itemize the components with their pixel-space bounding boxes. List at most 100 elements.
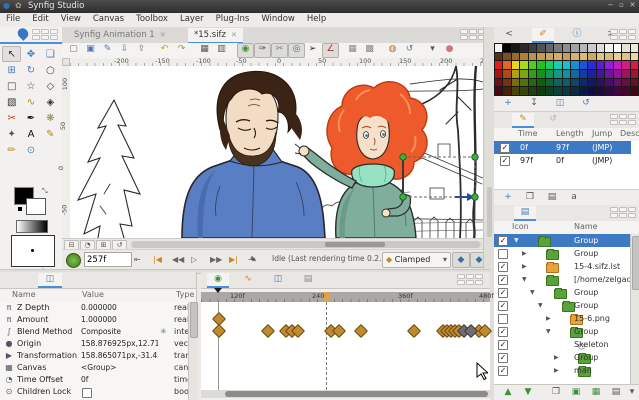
palette-color-2-2[interactable] (512, 61, 519, 69)
layer-visibility-checkbox[interactable]: ✓ (498, 340, 508, 350)
children-tab[interactable]: ◫ (267, 273, 289, 286)
param-row-canvas[interactable]: ▦Canvas<Group>canvas (0, 362, 188, 374)
toggle-lowres-button[interactable]: ◎ (288, 43, 305, 58)
waypoint-diamond[interactable] (407, 324, 421, 338)
tool-smooth-move[interactable]: ✥ (21, 46, 40, 62)
timetrack-scrollbar[interactable] (201, 390, 490, 398)
palette-color-2-1[interactable] (503, 61, 510, 69)
param-row-z-depth[interactable]: πZ Depth0.000000real (0, 302, 188, 314)
palette-color-5-16[interactable] (631, 87, 638, 95)
tool-polygon[interactable]: ◇ (41, 78, 60, 94)
menu-layer[interactable]: Layer (174, 13, 210, 25)
palette-color-1-0[interactable] (495, 53, 502, 61)
palette-color-3-8[interactable] (563, 70, 570, 78)
palette-color-2-14[interactable] (614, 61, 621, 69)
palette-color-1-9[interactable] (571, 53, 578, 61)
param-row-transformation[interactable]: ▶Transformation158.865071px,-31.435544tr… (0, 350, 188, 362)
param-checkbox[interactable] (82, 388, 92, 398)
param-value[interactable]: Composite (81, 326, 158, 338)
next-frame-button[interactable]: ▶▶ (210, 253, 222, 266)
layer-expander-icon[interactable]: ▶ (554, 367, 559, 374)
palette-color-3-12[interactable] (597, 70, 604, 78)
params-scrollbar[interactable] (188, 302, 197, 400)
palette-color-2-11[interactable] (588, 61, 595, 69)
menu-file[interactable]: File (0, 13, 26, 25)
palette-color-3-11[interactable] (588, 70, 595, 78)
palette-color-1-15[interactable] (622, 53, 629, 61)
layer-expander-icon[interactable]: ▶ (522, 250, 527, 257)
menu-plugins[interactable]: Plug-Ins (210, 13, 256, 25)
palette-color-4-14[interactable] (614, 79, 621, 87)
tool-circle[interactable]: ○ (41, 62, 60, 78)
param-value[interactable]: <Group> (81, 362, 158, 374)
palette-color-2-8[interactable] (563, 61, 570, 69)
palette-color-1-5[interactable] (537, 53, 544, 61)
cursor-tool-button[interactable]: ➢ (305, 43, 320, 56)
palette-color-3-9[interactable] (571, 70, 578, 78)
param-value[interactable]: 0f (81, 374, 158, 386)
palette-color-4-2[interactable] (512, 79, 519, 87)
palette-color-4-16[interactable] (631, 79, 638, 87)
palette-color-1-4[interactable] (529, 53, 536, 61)
tool-sketch[interactable]: ✎ (41, 126, 60, 142)
param-row-blend-method[interactable]: ∫Blend MethodComposite✳integer (0, 326, 188, 338)
palette-color-2-15[interactable] (622, 61, 629, 69)
param-row-origin[interactable]: ●Origin158.876925px,12.714575vector (0, 338, 188, 350)
layer-visibility-checkbox[interactable]: ✓ (498, 327, 508, 337)
waypoint-diamond[interactable] (261, 324, 275, 338)
palette-color-0-15[interactable] (622, 44, 629, 52)
keyframes-tab[interactable]: ✎ (512, 113, 534, 128)
palette-color-5-2[interactable] (512, 87, 519, 95)
palette-color-4-5[interactable] (537, 79, 544, 87)
layer-row[interactable]: ✓▼Group (494, 234, 630, 247)
canvas-tab-2[interactable]: *15.sifz✕ (188, 28, 243, 44)
palette-color-1-3[interactable] (520, 53, 527, 61)
tool-eyedrop[interactable]: ✦ (2, 126, 21, 142)
layers-more-button[interactable]: ▾ (624, 386, 639, 398)
palette-color-4-4[interactable] (529, 79, 536, 87)
layer-expander-icon[interactable]: ▶ (522, 263, 527, 270)
tool-scale[interactable]: ⊞ (2, 62, 21, 78)
palette-color-3-16[interactable] (631, 70, 638, 78)
palette-color-2-5[interactable] (537, 61, 544, 69)
toolbox-header[interactable] (0, 27, 62, 44)
palette-color-4-6[interactable] (546, 79, 553, 87)
ruler-corner[interactable] (62, 58, 70, 66)
canvas-horizontal-scrollbar[interactable] (130, 241, 482, 248)
palette-color-1-11[interactable] (588, 53, 595, 61)
param-row-time-offset[interactable]: ◔Time Offset0ftime (0, 374, 188, 386)
palette-color-2-10[interactable] (580, 61, 587, 69)
palette-color-5-6[interactable] (546, 87, 553, 95)
refresh-palette-button[interactable]: ↺ (578, 97, 594, 109)
palette-color-2-13[interactable] (605, 61, 612, 69)
waypoint-diamond[interactable] (212, 324, 226, 338)
palette-color-3-4[interactable] (529, 70, 536, 78)
palette-color-5-8[interactable] (563, 87, 570, 95)
tool-spline[interactable]: ∿ (21, 94, 40, 110)
delete-layer-button[interactable]: ▤ (608, 386, 624, 398)
preview-button[interactable]: ▥ (214, 43, 229, 56)
params-tab[interactable]: ◫ (38, 273, 62, 288)
close-button[interactable]: ✕ (628, 1, 637, 10)
layer-expander-icon[interactable]: ▼ (546, 328, 551, 335)
render-options-button[interactable]: ▦ (197, 43, 212, 56)
tool-mirror[interactable]: ❏ (41, 46, 60, 62)
maximize-button[interactable]: ▫ (617, 1, 626, 10)
palette-color-2-0[interactable] (495, 61, 502, 69)
param-row-amount[interactable]: πAmount1.000000real (0, 314, 188, 326)
dock-grip-handle[interactable] (610, 29, 636, 40)
palette-color-4-3[interactable] (520, 79, 527, 87)
palette-color-0-10[interactable] (580, 44, 587, 52)
outline-color-swatch[interactable] (26, 198, 46, 215)
background-render-button[interactable]: ↺ (402, 43, 417, 56)
prev-keyframe-button[interactable]: |◀ (153, 253, 162, 266)
save-button[interactable]: ▣ (83, 43, 98, 56)
curves-tab[interactable]: ∿ (237, 273, 259, 286)
layer-row[interactable]: ✓▼Group (494, 286, 630, 299)
new-group-button[interactable]: ▣ (568, 386, 584, 398)
dock-grip-handle[interactable] (32, 29, 58, 40)
duplicate-keyframe-button[interactable]: ❐ (522, 191, 538, 203)
tool-brush[interactable]: ❋ (41, 110, 60, 126)
history-tab[interactable]: ↺ (542, 113, 564, 126)
palette-color-4-9[interactable] (571, 79, 578, 87)
